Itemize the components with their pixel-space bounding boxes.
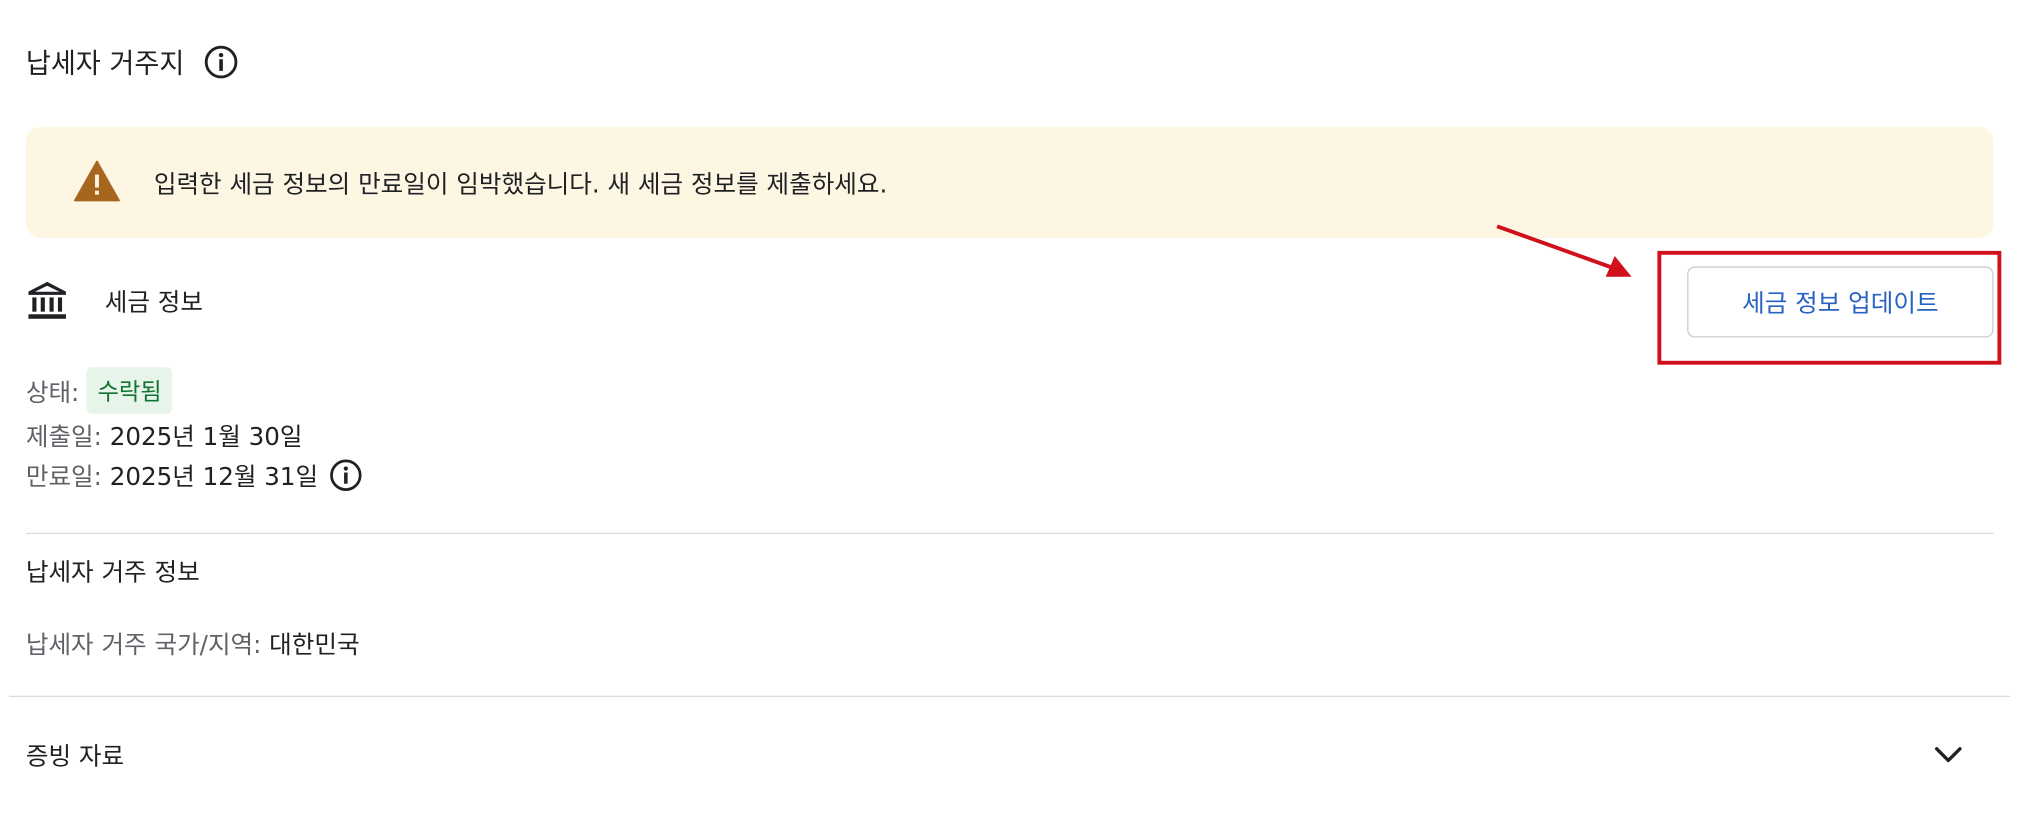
tax-info-title: 세금 정보 <box>104 288 203 317</box>
divider <box>9 695 2011 698</box>
residency-section-title: 납세자 거주 정보 <box>25 558 200 588</box>
expiry-date: 2025년 12월 31일 <box>109 462 319 492</box>
chevron-down-icon[interactable] <box>1932 737 1966 771</box>
tax-residency-page: 납세자 거주지 입력한 세금 정보의 만료일이 임박했습니다. 새 세금 정보를… <box>0 0 2022 838</box>
alert-message: 입력한 세금 정보의 만료일이 임박했습니다. 새 세금 정보를 제출하세요. <box>153 170 888 200</box>
supporting-documents-title: 증빙 자료 <box>25 741 125 771</box>
status-label: 상태: <box>25 378 80 407</box>
tax-info-header: 세금 정보 <box>26 279 203 322</box>
warning-icon <box>74 160 121 202</box>
submitted-date: 2025년 1월 30일 <box>109 422 303 452</box>
page-title-row: 납세자 거주지 <box>26 43 239 82</box>
supporting-documents-toggle[interactable]: 증빙 자료 <box>26 735 1965 774</box>
bank-icon <box>26 279 69 322</box>
expiry-warning-alert: 입력한 세금 정보의 만료일이 임박했습니다. 새 세금 정보를 제출하세요. <box>25 126 1994 238</box>
residency-country-label: 납세자 거주 국가/지역: <box>25 631 262 660</box>
expiry-label: 만료일: <box>25 462 102 492</box>
divider <box>25 532 1994 535</box>
submitted-date-row: 제출일: 2025년 1월 30일 <box>26 418 303 453</box>
submitted-label: 제출일: <box>25 422 102 452</box>
annotation-arrow <box>1496 224 1632 277</box>
residency-country-row: 납세자 거주 국가/지역: 대한민국 <box>26 626 360 661</box>
residency-country-value: 대한민국 <box>269 631 360 660</box>
status-row: 상태: 수락됨 <box>25 367 173 414</box>
update-tax-info-button[interactable]: 세금 정보 업데이트 <box>1687 266 1994 338</box>
info-icon[interactable] <box>202 44 238 80</box>
expiry-date-row: 만료일: 2025년 12월 31일 <box>26 458 364 493</box>
page-title: 납세자 거주지 <box>25 47 185 79</box>
status-badge: 수락됨 <box>87 367 173 414</box>
expiry-info-icon[interactable] <box>328 458 363 493</box>
